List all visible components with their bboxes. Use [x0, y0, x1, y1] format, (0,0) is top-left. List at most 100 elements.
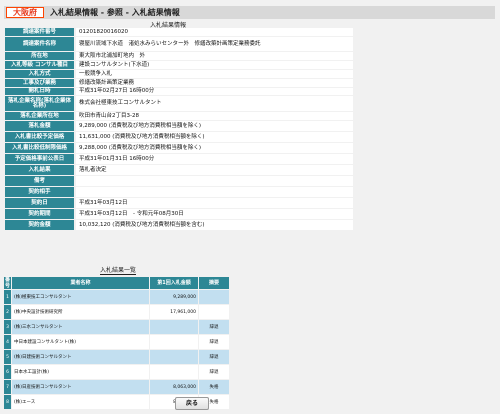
bid-amount-cell [150, 335, 199, 349]
table-row: 6 日本水工設計(株) 辞退 [4, 365, 230, 379]
page-title: 入札結果情報 - 参照 - 入札結果情報 [50, 8, 180, 17]
detail-value: 01201820016020 [76, 28, 353, 36]
detail-value [76, 187, 353, 197]
table-row: 3 (株)三水コンサルタント 辞退 [4, 320, 230, 334]
detail-label: 契約金額 [5, 220, 76, 230]
table-row: 1 (株)極東技工コンサルタント 9,289,000 [4, 290, 230, 304]
bid-no-cell: 5 [4, 350, 12, 364]
table-row: 5 (株)日建技術コンサルタント 辞退 [4, 350, 230, 364]
detail-value: 平成31年01月31日 16時00分 [76, 154, 353, 164]
bid-no-cell: 1 [4, 290, 12, 304]
bid-remark-cell: 辞退 [199, 320, 230, 334]
detail-row: 落札企業所在地 吹田市青山台2丁目3-28 [5, 112, 353, 120]
detail-row: 開札日時 平成31年02月27日 16時00分 [5, 88, 353, 95]
detail-value: 東大阪市北浦加町地内 外 [76, 52, 353, 60]
column-header-amount: 第1回入札金額 [150, 277, 199, 289]
bid-amount-cell [150, 350, 199, 364]
detail-value: 10,032,120 (消費税及び地方消費税相当額を含む) [76, 220, 353, 230]
detail-label: 工事及び業務 [5, 79, 76, 87]
detail-label: 調達案件番号 [5, 28, 76, 36]
detail-label: 契約期間 [5, 209, 76, 219]
back-button[interactable]: 戻る [175, 397, 209, 410]
detail-value: 寝屋川流域下水道 渚処水みらいセンター外 修繕改築計画策定業務委託 [76, 37, 353, 51]
table-row: 7 (株)日産技術コンサルタント 8,063,000 失格 [4, 380, 230, 394]
detail-row: 入札等級 コンサル種目 建設コンサルタント(下水道) [5, 61, 353, 69]
bid-name-cell: 中日本建設コンサルタント(株) [12, 335, 150, 349]
bid-no-cell: 3 [4, 320, 12, 334]
bid-name-cell: (株)エース [12, 395, 150, 409]
bid-name-cell: (株)日産技術コンサルタント [12, 380, 150, 394]
detail-label: 入札結果 [5, 165, 76, 175]
table-row: 2 (株)中央設計技術研究所 17,961,000 [4, 305, 230, 319]
bid-amount-cell [150, 365, 199, 379]
bid-amount-cell: 17,961,000 [150, 305, 199, 319]
detail-row: 契約日 平成31年03月12日 [5, 198, 353, 208]
detail-row: 入札書比較低制限価格 9,288,000 (消費税及び地方消費税相当額を除く) [5, 143, 353, 153]
prefecture-badge: 大阪府 [6, 7, 44, 18]
detail-value: 9,288,000 (消費税及び地方消費税相当額を除く) [76, 143, 353, 153]
bid-remark-cell: 失格 [199, 380, 230, 394]
detail-value [76, 176, 353, 186]
bid-name-cell: (株)極東技工コンサルタント [12, 290, 150, 304]
detail-label: 入札方式 [5, 70, 76, 78]
bid-amount-cell [150, 320, 199, 334]
detail-row: 備考 [5, 176, 353, 186]
bid-list-table: 番号 業者名称 第1回入札金額 摘要 1 (株)極東技工コンサルタント 9,289,000… [4, 276, 230, 410]
detail-label: 落札企業名称(落札企業体名称) [5, 96, 76, 111]
bid-amount-cell: 8,063,000 [150, 380, 199, 394]
bid-amount-cell: 9,289,000 [150, 290, 199, 304]
bid-remark-cell: 辞退 [199, 335, 230, 349]
detail-label: 契約相手 [5, 187, 76, 197]
header-bar: 大阪府 入札結果情報 - 参照 - 入札結果情報 [4, 6, 495, 19]
detail-row: 契約期間 平成31年03月12日 - 令和元年08月30日 [5, 209, 353, 219]
bid-remark-cell [199, 305, 230, 319]
bid-remark-cell: 辞退 [199, 365, 230, 379]
detail-value: 修繕改築計画策定業務 [76, 79, 353, 87]
detail-label: 入札書比較予定価格 [5, 132, 76, 142]
bid-no-cell: 6 [4, 365, 12, 379]
detail-row: 入札書比較予定価格 11,631,000 (消費税及び地方消費税相当額を除く) [5, 132, 353, 142]
bid-name-cell: 日本水工設計(株) [12, 365, 150, 379]
detail-value: 平成31年02月27日 16時00分 [76, 88, 353, 95]
detail-label: 所在地 [5, 52, 76, 60]
detail-value: 一般競争入札 [76, 70, 353, 78]
detail-row: 調達案件名称 寝屋川流域下水道 渚処水みらいセンター外 修繕改築計画策定業務委託 [5, 37, 353, 51]
detail-table: 調達案件番号 01201820016020 調達案件名称 寝屋川流域下水道 渚処水みら… [5, 27, 353, 231]
detail-row: 所在地 東大阪市北浦加町地内 外 [5, 52, 353, 60]
bid-no-cell: 4 [4, 335, 12, 349]
bid-list-title: 入札結果一覧 [100, 267, 137, 275]
detail-value: 9,289,000 (消費税及び地方消費税相当額を除く) [76, 121, 353, 131]
detail-label: 予定価格事前公表日 [5, 154, 76, 164]
detail-row: 工事及び業務 修繕改築計画策定業務 [5, 79, 353, 87]
detail-label: 落札企業所在地 [5, 112, 76, 120]
detail-label: 調達案件名称 [5, 37, 76, 51]
detail-label: 備考 [5, 176, 76, 186]
bid-remark-cell: 辞退 [199, 350, 230, 364]
detail-row: 調達案件番号 01201820016020 [5, 28, 353, 36]
bid-name-cell: (株)三水コンサルタント [12, 320, 150, 334]
bid-name-cell: (株)中央設計技術研究所 [12, 305, 150, 319]
detail-label: 開札日時 [5, 88, 76, 95]
detail-value: 平成31年03月12日 [76, 198, 353, 208]
detail-row: 契約相手 [5, 187, 353, 197]
bid-remark-cell [199, 290, 230, 304]
detail-value: 平成31年03月12日 - 令和元年08月30日 [76, 209, 353, 219]
detail-label: 契約日 [5, 198, 76, 208]
detail-label: 落札金額 [5, 121, 76, 131]
detail-row: 入札方式 一般競争入札 [5, 70, 353, 78]
detail-label: 入札書比較低制限価格 [5, 143, 76, 153]
detail-value: 建設コンサルタント(下水道) [76, 61, 353, 69]
detail-row: 契約金額 10,032,120 (消費税及び地方消費税相当額を含む) [5, 220, 353, 230]
column-header-name: 業者名称 [12, 277, 150, 289]
detail-value: 株式会社極東技工コンサルタント [76, 96, 353, 111]
column-header-no: 番号 [4, 277, 12, 289]
bid-no-cell: 8 [4, 395, 12, 409]
detail-value: 11,631,000 (消費税及び地方消費税相当額を除く) [76, 132, 353, 142]
table-row: 4 中日本建設コンサルタント(株) 辞退 [4, 335, 230, 349]
detail-row: 予定価格事前公表日 平成31年01月31日 16時00分 [5, 154, 353, 164]
bid-no-cell: 2 [4, 305, 12, 319]
detail-value: 吹田市青山台2丁目3-28 [76, 112, 353, 120]
page: 大阪府 入札結果情報 - 参照 - 入札結果情報 入札結果情報 調達案件番号 01… [0, 0, 500, 414]
detail-row: 落札金額 9,289,000 (消費税及び地方消費税相当額を除く) [5, 121, 353, 131]
detail-value: 落札者決定 [76, 165, 353, 175]
